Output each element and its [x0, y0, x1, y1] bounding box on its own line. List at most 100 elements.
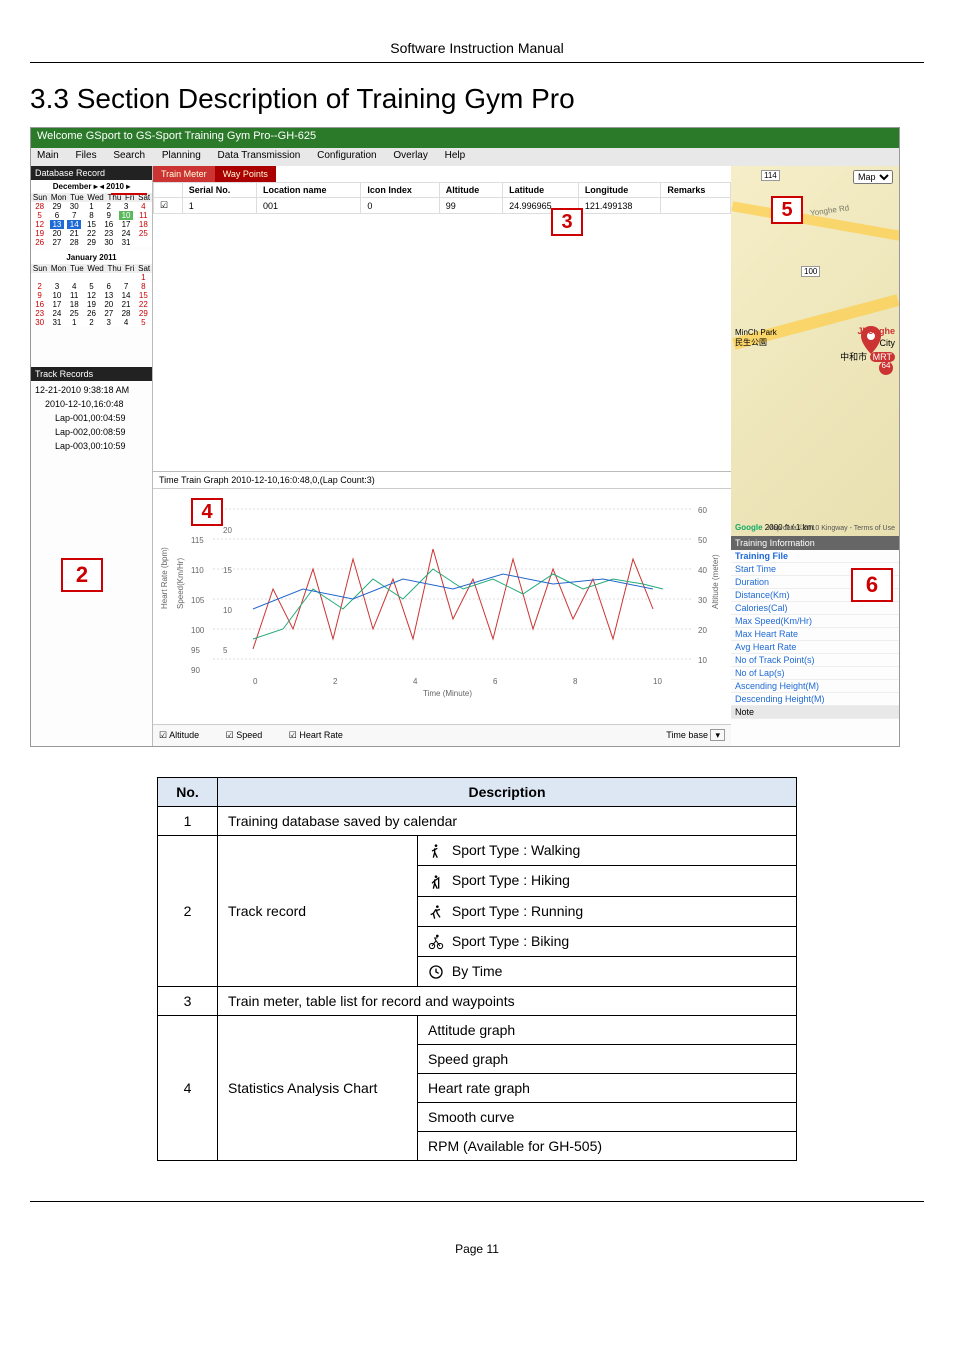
- td-check[interactable]: ☑: [154, 198, 183, 214]
- cal-day[interactable]: 24: [50, 309, 64, 318]
- time-base-toggle[interactable]: Time base: [666, 730, 708, 740]
- waypoint-table[interactable]: Serial No. Location name Icon Index Alti…: [153, 182, 731, 214]
- cal-day[interactable]: 29: [136, 309, 150, 318]
- cal-day[interactable]: 26: [84, 309, 98, 318]
- cal-day[interactable]: 10: [50, 291, 64, 300]
- cal-day[interactable]: 4: [136, 202, 150, 211]
- cal-day[interactable]: [33, 273, 47, 282]
- calendar-dec[interactable]: December ▸ ◂ 2010 ▸ Sun Mon Tue Wed Thu …: [31, 180, 152, 247]
- cal-day[interactable]: 21: [67, 229, 81, 238]
- cal-day[interactable]: 2: [102, 202, 116, 211]
- cal-day[interactable]: 10: [119, 211, 133, 220]
- cal-day[interactable]: 19: [33, 229, 47, 238]
- cal-day[interactable]: 14: [67, 220, 81, 229]
- cal-day[interactable]: 18: [136, 220, 150, 229]
- cal-day[interactable]: 31: [50, 318, 64, 327]
- legend-altitude[interactable]: ☑ Altitude: [159, 730, 211, 740]
- cal-day[interactable]: 1: [84, 202, 98, 211]
- cal-day[interactable]: 17: [119, 220, 133, 229]
- cal-day[interactable]: 27: [50, 238, 64, 247]
- cal-day[interactable]: 12: [84, 291, 98, 300]
- cal-day[interactable]: 24: [119, 229, 133, 238]
- cal-day[interactable]: 25: [67, 309, 81, 318]
- time-base-dropdown[interactable]: ▾: [710, 729, 725, 741]
- menu-planning[interactable]: Planning: [162, 150, 201, 161]
- map-type-dropdown[interactable]: Map: [853, 170, 893, 184]
- tree-root[interactable]: 12-21-2010 9:38:18 AM: [35, 383, 148, 397]
- cal-day[interactable]: 3: [102, 318, 116, 327]
- tab-way-points[interactable]: Way Points: [215, 166, 276, 182]
- tab-train-meter[interactable]: Train Meter: [153, 166, 215, 182]
- cal-day[interactable]: 8: [84, 211, 98, 220]
- cal-day[interactable]: 23: [102, 229, 116, 238]
- cal-day[interactable]: 20: [102, 300, 116, 309]
- legend-speed[interactable]: ☑ Speed: [226, 730, 275, 740]
- cal-day[interactable]: 9: [33, 291, 47, 300]
- cal-day[interactable]: [102, 273, 116, 282]
- graph-area[interactable]: 120 115 110 105 100 95 90 20 15 10 5 60 …: [153, 489, 731, 699]
- cal-day[interactable]: [84, 273, 98, 282]
- cal-day[interactable]: 8: [136, 282, 150, 291]
- cal-day[interactable]: 2: [84, 318, 98, 327]
- cal-day[interactable]: 7: [119, 282, 133, 291]
- menu-help[interactable]: Help: [445, 150, 466, 161]
- cal-day[interactable]: 28: [119, 309, 133, 318]
- cal-day[interactable]: 16: [102, 220, 116, 229]
- cal-day[interactable]: 15: [84, 220, 98, 229]
- calendar-jan-title[interactable]: January 2011: [31, 251, 152, 264]
- cal-day[interactable]: 30: [102, 238, 116, 247]
- cal-day[interactable]: 30: [33, 318, 47, 327]
- cal-day[interactable]: 5: [84, 282, 98, 291]
- cal-day[interactable]: [67, 273, 81, 282]
- cal-day[interactable]: 19: [84, 300, 98, 309]
- cal-day[interactable]: 5: [33, 211, 47, 220]
- cal-day[interactable]: 31: [119, 238, 133, 247]
- tree-lap[interactable]: Lap-001,00:04:59: [35, 411, 148, 425]
- cal-day[interactable]: [119, 273, 133, 282]
- cal-day[interactable]: 20: [50, 229, 64, 238]
- calendar-jan[interactable]: January 2011 Sun Mon Tue Wed Thu Fri Sat…: [31, 251, 152, 327]
- cal-day[interactable]: 29: [50, 202, 64, 211]
- cal-day[interactable]: 5: [136, 318, 150, 327]
- menu-overlay[interactable]: Overlay: [393, 150, 427, 161]
- cal-day[interactable]: [136, 238, 150, 247]
- menu-bar[interactable]: Main Files Search Planning Data Transmis…: [31, 148, 899, 166]
- cal-day[interactable]: 29: [84, 238, 98, 247]
- cal-day[interactable]: 3: [50, 282, 64, 291]
- cal-day[interactable]: 16: [33, 300, 47, 309]
- cal-day[interactable]: 6: [50, 211, 64, 220]
- cal-day[interactable]: 28: [67, 238, 81, 247]
- menu-files[interactable]: Files: [75, 150, 96, 161]
- menu-configuration[interactable]: Configuration: [317, 150, 376, 161]
- menu-search[interactable]: Search: [113, 150, 145, 161]
- cal-day[interactable]: 15: [136, 291, 150, 300]
- cal-day[interactable]: 4: [119, 318, 133, 327]
- cal-day[interactable]: 11: [67, 291, 81, 300]
- cal-day[interactable]: 1: [136, 273, 150, 282]
- cal-day[interactable]: 1: [67, 318, 81, 327]
- cal-day[interactable]: 30: [67, 202, 81, 211]
- cal-day[interactable]: 2: [33, 282, 47, 291]
- cal-day[interactable]: [50, 273, 64, 282]
- cal-day[interactable]: 3: [119, 202, 133, 211]
- cal-day[interactable]: 26: [33, 238, 47, 247]
- cal-day[interactable]: 21: [119, 300, 133, 309]
- menu-main[interactable]: Main: [37, 150, 59, 161]
- track-tree[interactable]: 12-21-2010 9:38:18 AM 2010-12-10,16:0:48…: [31, 381, 152, 455]
- cal-day[interactable]: 22: [84, 229, 98, 238]
- cal-day[interactable]: 6: [102, 282, 116, 291]
- tree-lap[interactable]: Lap-003,00:10:59: [35, 439, 148, 453]
- training-note[interactable]: Note: [731, 706, 899, 719]
- cal-day[interactable]: 27: [102, 309, 116, 318]
- cal-day[interactable]: 25: [136, 229, 150, 238]
- calendar-dec-title[interactable]: December ▸ ◂ 2010 ▸: [31, 180, 152, 193]
- cal-day[interactable]: 4: [67, 282, 81, 291]
- cal-day[interactable]: 9: [102, 211, 116, 220]
- cal-day[interactable]: 13: [102, 291, 116, 300]
- cal-day[interactable]: 7: [67, 211, 81, 220]
- cal-day[interactable]: 11: [136, 211, 150, 220]
- map-view[interactable]: Map 114 100 64 Jhonghe City 中和市 MRT MinC…: [731, 166, 899, 536]
- cal-day[interactable]: 18: [67, 300, 81, 309]
- tree-lap[interactable]: Lap-002,00:08:59: [35, 425, 148, 439]
- legend-hr[interactable]: ☑ Heart Rate: [289, 730, 355, 740]
